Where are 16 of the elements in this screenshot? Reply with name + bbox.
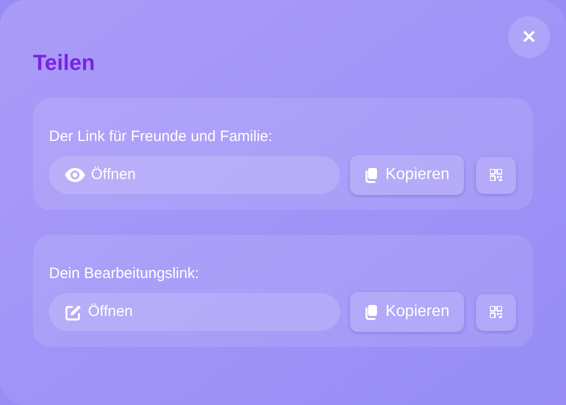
edit-icon bbox=[65, 304, 82, 320]
open-link-button[interactable]: Öffnen bbox=[49, 293, 340, 331]
link-label: Der Link für Freunde und Familie: bbox=[49, 128, 274, 146]
copy-icon bbox=[364, 168, 378, 182]
open-link-button[interactable]: Öffnen bbox=[49, 156, 340, 194]
copy-button[interactable]: Kopieren bbox=[350, 292, 464, 332]
dialog-title: Teilen bbox=[33, 50, 96, 76]
copy-button[interactable]: Kopieren bbox=[350, 155, 464, 195]
close-button[interactable]: ✕ bbox=[508, 16, 550, 58]
link-label: Dein Bearbeitungslink: bbox=[49, 265, 200, 283]
qr-code-icon bbox=[490, 169, 502, 181]
eye-icon bbox=[65, 168, 85, 182]
qr-code-button[interactable] bbox=[476, 156, 516, 194]
qr-code-icon bbox=[490, 306, 502, 318]
copy-icon bbox=[364, 304, 378, 320]
qr-code-button[interactable] bbox=[476, 294, 516, 330]
